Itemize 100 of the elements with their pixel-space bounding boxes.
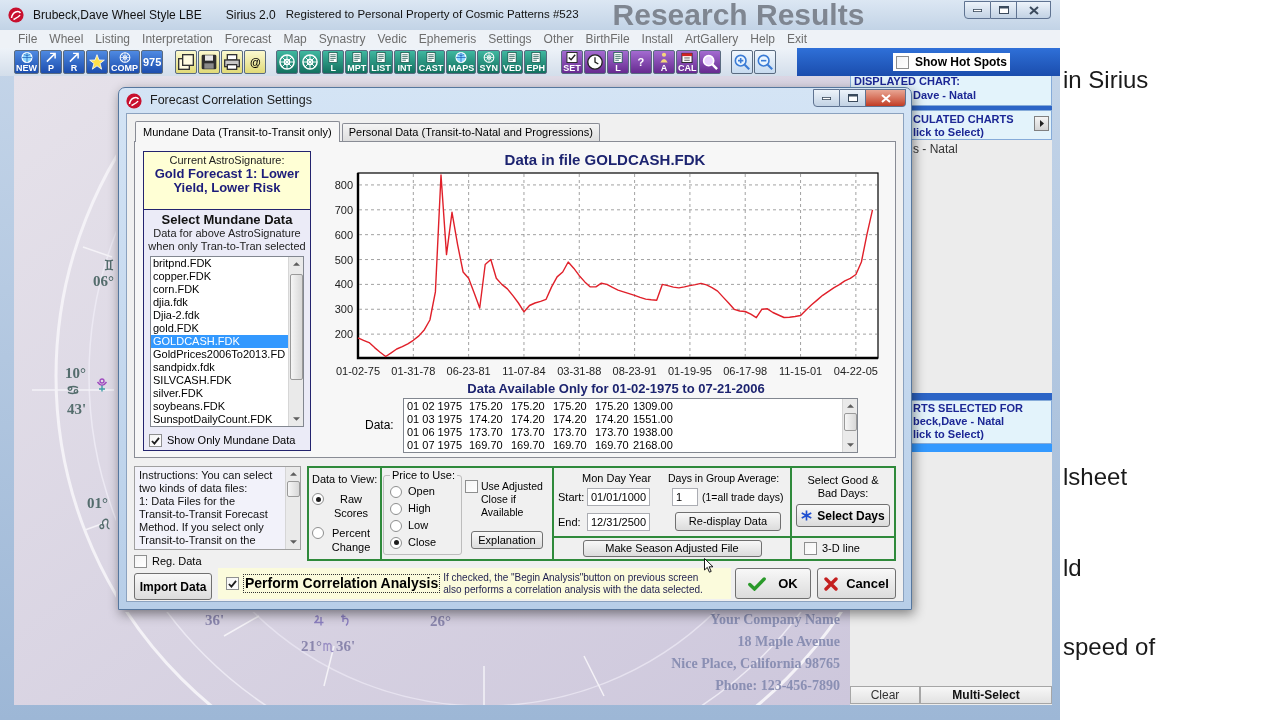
hot-spots-toggle[interactable]: Show Hot Spots — [893, 53, 1010, 71]
menu-item[interactable]: Vedic — [371, 30, 413, 48]
radio-button[interactable] — [390, 485, 402, 498]
explanation-button[interactable]: Explanation — [471, 531, 543, 549]
scrollbar[interactable] — [285, 467, 300, 549]
minimize-button[interactable] — [964, 1, 991, 19]
radio-button[interactable] — [390, 519, 402, 532]
file-list-item[interactable]: Djia-2.fdk — [151, 309, 288, 322]
toolbar-button[interactable]: VED — [500, 50, 524, 74]
radio-button[interactable] — [390, 536, 402, 549]
toolbar-button[interactable] — [198, 50, 221, 74]
close-button[interactable] — [866, 89, 906, 107]
checkbox[interactable] — [896, 55, 909, 69]
toolbar-button[interactable] — [583, 50, 606, 74]
menu-item[interactable]: Help — [744, 30, 781, 48]
toolbar-button[interactable]: SET — [560, 50, 583, 74]
radio-button[interactable] — [312, 527, 324, 539]
menu-item[interactable]: File — [12, 30, 44, 48]
maximize-button[interactable] — [991, 1, 1017, 19]
season-adjust-button[interactable]: Make Season Adjusted File — [582, 540, 762, 557]
scroll-down-icon[interactable] — [289, 540, 297, 544]
import-data-button[interactable]: Import Data — [134, 573, 212, 600]
radio-button[interactable] — [390, 502, 402, 515]
scrollbar[interactable] — [842, 398, 857, 452]
menu-item[interactable]: Wheel — [43, 30, 90, 48]
toolbar-button[interactable] — [699, 50, 722, 74]
scroll-up-icon[interactable] — [846, 403, 854, 408]
menu-item[interactable]: Install — [635, 30, 679, 48]
toolbar-button[interactable]: CAST — [416, 50, 446, 74]
menu-item[interactable]: Listing — [89, 30, 137, 48]
toolbar-button[interactable]: R — [63, 50, 85, 74]
toolbar-button[interactable]: COMP — [109, 50, 140, 74]
menu-item[interactable]: Synastry — [312, 30, 372, 48]
panel-button[interactable]: Clear — [850, 686, 920, 704]
toolbar-button[interactable] — [221, 50, 244, 74]
toolbar-button[interactable]: L — [322, 50, 345, 74]
menu-item[interactable]: ArtGallery — [678, 30, 745, 48]
scrollbar-thumb[interactable] — [289, 274, 303, 380]
checkbox[interactable] — [134, 555, 147, 568]
toolbar-button[interactable]: INT — [393, 50, 416, 74]
file-list-item[interactable]: GoldPrices2006To2013.FD — [151, 348, 288, 361]
menu-item[interactable]: Ephemeris — [412, 30, 483, 48]
menu-item[interactable]: Interpretation — [136, 30, 219, 48]
file-list-item[interactable]: corn.FDK — [151, 283, 288, 296]
cancel-button[interactable]: Cancel — [817, 568, 896, 599]
toolbar-button[interactable] — [175, 50, 198, 74]
scroll-down-icon[interactable] — [292, 417, 300, 421]
file-list-item[interactable]: soybeans.FDK — [151, 400, 288, 413]
date-field[interactable]: 12/31/2500 — [587, 513, 650, 531]
scroll-right-button[interactable] — [1034, 116, 1049, 131]
tab[interactable]: Personal Data (Transit-to-Natal and Progressions) — [341, 123, 600, 141]
menu-item[interactable]: Other — [537, 30, 580, 48]
toolbar-button[interactable]: NEW — [14, 50, 39, 74]
toolbar-button[interactable]: L — [606, 50, 629, 74]
menu-item[interactable]: Exit — [781, 30, 813, 48]
toolbar-button[interactable]: 975 — [141, 50, 164, 74]
panel-button[interactable]: Multi-Select — [920, 686, 1052, 704]
chart-list-item[interactable]: s - Natal — [912, 142, 959, 157]
menu-item[interactable]: Map — [277, 30, 313, 48]
file-list-item[interactable]: SunspotDailyCount.FDK — [151, 413, 288, 426]
toolbar-button[interactable]: P — [40, 50, 62, 74]
toolbar-button[interactable]: MPT — [345, 50, 369, 74]
toolbar-button[interactable]: EPH — [524, 50, 547, 74]
ok-button[interactable]: OK — [735, 568, 811, 599]
scroll-down-icon[interactable] — [846, 442, 854, 447]
toolbar-button[interactable] — [86, 50, 108, 74]
group-days-field[interactable]: 1 — [672, 488, 698, 506]
file-list-item[interactable]: gold.FDK — [151, 322, 288, 335]
file-list-item[interactable]: djia.fdk — [151, 296, 288, 309]
tab[interactable]: Mundane Data (Transit-to-Transit only) — [135, 121, 340, 142]
scrollbar-thumb[interactable] — [843, 412, 857, 431]
toolbar-button[interactable]: @ — [244, 50, 267, 74]
toolbar-button[interactable]: ? — [629, 50, 652, 74]
checkbox[interactable] — [465, 480, 478, 493]
file-list-item[interactable]: copper.FDK — [151, 270, 288, 283]
toolbar-button[interactable]: LIST — [369, 50, 393, 74]
file-list-item[interactable]: SILVCASH.FDK — [151, 374, 288, 387]
file-list-item[interactable]: silver.FDK — [151, 387, 288, 400]
minimize-button[interactable] — [813, 89, 840, 107]
menu-item[interactable]: Forecast — [218, 30, 278, 48]
scroll-up-icon[interactable] — [289, 472, 297, 476]
checkbox[interactable] — [804, 542, 817, 555]
file-list-item[interactable]: sandpidx.fdk — [151, 361, 288, 374]
scroll-up-icon[interactable] — [292, 262, 300, 266]
toolbar-button[interactable]: CAL — [675, 50, 699, 74]
file-list-item[interactable]: britpnd.FDK — [151, 257, 288, 270]
checkbox[interactable] — [149, 434, 162, 447]
close-button[interactable] — [1017, 1, 1051, 19]
toolbar-button[interactable]: A — [652, 50, 675, 74]
menu-item[interactable]: BirthFile — [579, 30, 636, 48]
checkbox[interactable] — [226, 577, 239, 590]
radio-button[interactable] — [312, 493, 324, 505]
scrollbar[interactable] — [288, 257, 303, 426]
toolbar-button[interactable]: SYN — [477, 50, 500, 74]
toolbar-button[interactable]: MAPS — [446, 50, 477, 74]
select-days-button[interactable]: Select Days — [796, 504, 890, 527]
menu-item[interactable]: Settings — [482, 30, 538, 48]
date-field[interactable]: 01/01/1000 — [587, 488, 650, 506]
scrollbar-thumb[interactable] — [286, 481, 300, 497]
redisplay-data-button[interactable]: Re-display Data — [675, 512, 781, 531]
